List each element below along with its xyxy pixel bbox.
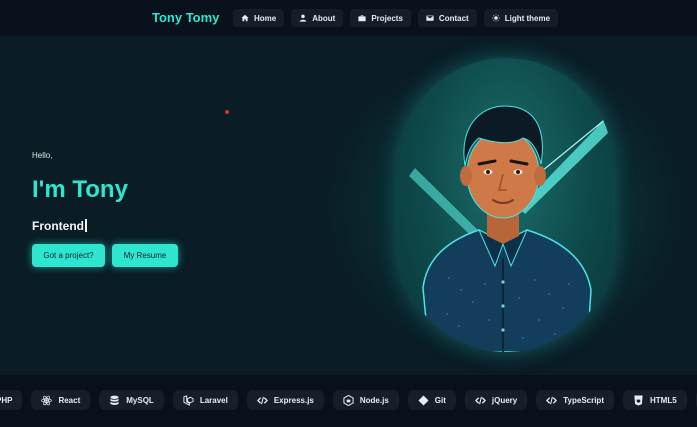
- avatar-illustration: [409, 105, 613, 352]
- skill-chip-nodejs: Node.js: [332, 390, 399, 410]
- briefcase-icon: [358, 15, 366, 22]
- mail-icon: [426, 15, 434, 21]
- user-icon: [300, 14, 307, 22]
- skill-label-mysql: MySQL: [126, 395, 154, 405]
- skill-chip-laravel: Laravel: [172, 390, 238, 410]
- nav-projects-label: Projects: [371, 13, 403, 23]
- code-icon: [474, 396, 486, 404]
- skill-label-php: PHP: [0, 395, 13, 405]
- nav-about-link[interactable]: About: [291, 9, 344, 27]
- skill-chip-html5: HTML5: [622, 390, 687, 410]
- nav-about-label: About: [312, 13, 336, 23]
- theme-toggle-label: Light theme: [504, 13, 551, 23]
- nav-contact-label: Contact: [438, 13, 469, 23]
- home-icon: [241, 14, 249, 22]
- skill-chip-php: PHP: [0, 390, 23, 410]
- skill-label-html5: HTML5: [649, 395, 677, 405]
- my-resume-button[interactable]: My Resume: [112, 244, 178, 267]
- skill-chip-expressjs: Express.js: [246, 390, 324, 410]
- nav-projects-link[interactable]: Projects: [350, 9, 411, 27]
- skills-marquee: PHP React MySQL Laravel Express.js Node.…: [0, 375, 697, 427]
- hero-section: Hello, I'm Tony Frontend Got a project? …: [0, 36, 697, 375]
- navbar: Tony Tomy Home About Projects Contact Li…: [0, 0, 697, 36]
- html5-icon: [634, 394, 643, 406]
- skill-chip-git: Git: [407, 390, 456, 410]
- nav-home-link[interactable]: Home: [233, 9, 285, 27]
- skill-label-git: Git: [434, 395, 446, 405]
- skill-chip-mysql: MySQL: [99, 390, 164, 410]
- nav-home-label: Home: [254, 13, 277, 23]
- decorative-dot: [225, 110, 229, 114]
- typing-caret: [85, 219, 87, 232]
- brand-logo[interactable]: Tony Tomy: [152, 10, 219, 25]
- got-a-project-button[interactable]: Got a project?: [32, 244, 105, 267]
- skill-label-expressjs: Express.js: [273, 395, 314, 405]
- nav-links: Home About Projects Contact Light theme: [233, 9, 559, 27]
- laravel-icon: [183, 394, 194, 406]
- git-icon: [418, 394, 429, 406]
- skill-label-jquery: jQuery: [491, 395, 518, 405]
- react-icon: [41, 395, 53, 405]
- skill-label-laravel: Laravel: [199, 395, 228, 405]
- code-icon: [546, 396, 558, 404]
- hero-headline: I'm Tony: [32, 176, 128, 203]
- nav-contact-link[interactable]: Contact: [417, 9, 477, 27]
- nodejs-icon: [343, 394, 354, 406]
- skill-label-react: React: [58, 395, 81, 405]
- skill-label-typescript: TypeScript: [563, 395, 604, 405]
- database-icon: [110, 395, 119, 405]
- theme-toggle-button[interactable]: Light theme: [483, 9, 559, 27]
- skill-chip-react: React: [31, 390, 91, 410]
- avatar: [399, 58, 613, 352]
- hero-role-text: Frontend: [32, 219, 84, 233]
- skill-label-nodejs: Node.js: [359, 395, 389, 405]
- skill-chip-typescript: TypeScript: [536, 390, 614, 410]
- skills-track: PHP React MySQL Laravel Express.js Node.…: [0, 390, 697, 410]
- hero-greeting: Hello,: [32, 151, 53, 160]
- skill-chip-jquery: jQuery: [464, 390, 528, 410]
- sun-icon: [491, 14, 500, 22]
- code-icon: [256, 396, 268, 404]
- hero-role: Frontend: [32, 219, 87, 233]
